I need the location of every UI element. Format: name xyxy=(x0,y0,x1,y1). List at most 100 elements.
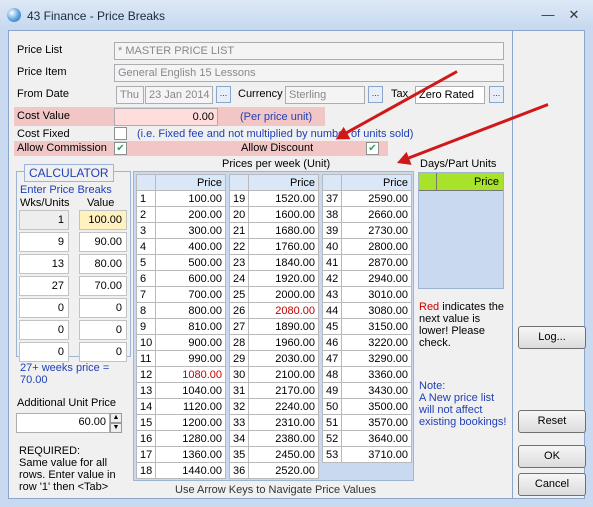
calc-value-input[interactable]: 70.00 xyxy=(79,276,127,296)
price-cell[interactable]: 3150.00 xyxy=(341,318,412,335)
price-cell[interactable]: 3080.00 xyxy=(341,302,412,319)
price-cell[interactable]: 3010.00 xyxy=(341,286,412,303)
price-cell[interactable]: 810.00 xyxy=(155,318,226,335)
price-row: 37 2590.00 xyxy=(321,190,412,207)
tax-picker-button[interactable]: ... xyxy=(489,86,504,103)
price-cell[interactable]: 3430.00 xyxy=(341,382,412,399)
calc-wks-input[interactable]: 13 xyxy=(19,254,69,274)
price-cell[interactable]: 2380.00 xyxy=(248,430,319,447)
price-row: 32 2240.00 xyxy=(228,398,319,415)
price-cell[interactable]: 2000.00 xyxy=(248,286,319,303)
calc-wks-input[interactable]: 0 xyxy=(19,320,69,340)
row-number-header xyxy=(135,174,157,191)
price-cell[interactable]: 1840.00 xyxy=(248,254,319,271)
log-button[interactable]: Log... xyxy=(518,326,586,349)
price-cell[interactable]: 200.00 xyxy=(155,206,226,223)
price-cell[interactable]: 2520.00 xyxy=(248,462,319,479)
price-cell[interactable]: 500.00 xyxy=(155,254,226,271)
calc-wks-input[interactable]: 0 xyxy=(19,342,69,362)
price-cell[interactable]: 900.00 xyxy=(155,334,226,351)
price-cell[interactable]: 300.00 xyxy=(155,222,226,239)
days-header: Days/Part Units xyxy=(420,158,497,170)
from-date-field[interactable]: 23 Jan 2014 xyxy=(145,86,213,104)
price-cell[interactable]: 1920.00 xyxy=(248,270,319,287)
price-cell[interactable]: 1200.00 xyxy=(155,414,226,431)
price-cell[interactable]: 3220.00 xyxy=(341,334,412,351)
price-cell[interactable]: 2660.00 xyxy=(341,206,412,223)
price-cell[interactable]: 2310.00 xyxy=(248,414,319,431)
price-row: 27 1890.00 xyxy=(228,318,319,335)
calc-value-input[interactable]: 0 xyxy=(79,320,127,340)
price-cell[interactable]: 600.00 xyxy=(155,270,226,287)
price-cell[interactable]: 2170.00 xyxy=(248,382,319,399)
price-cell[interactable]: 2450.00 xyxy=(248,446,319,463)
price-cell[interactable]: 1440.00 xyxy=(155,462,226,479)
price-cell[interactable]: 2030.00 xyxy=(248,350,319,367)
ok-button[interactable]: OK xyxy=(518,445,586,468)
price-cell[interactable]: 1120.00 xyxy=(155,398,226,415)
price-row: 5 500.00 xyxy=(135,254,226,271)
price-list-field[interactable]: * MASTER PRICE LIST xyxy=(114,42,504,60)
price-cell[interactable]: 2080.00 xyxy=(248,302,319,319)
price-cell[interactable]: 2940.00 xyxy=(341,270,412,287)
allow-discount-checkbox[interactable]: ✔ xyxy=(366,142,379,155)
price-row: 3 300.00 xyxy=(135,222,226,239)
price-cell[interactable]: 400.00 xyxy=(155,238,226,255)
price-cell[interactable]: 2870.00 xyxy=(341,254,412,271)
price-cell[interactable]: 3290.00 xyxy=(341,350,412,367)
minimize-button[interactable]: — xyxy=(538,7,558,23)
price-row: 31 2170.00 xyxy=(228,382,319,399)
price-row: 16 1280.00 xyxy=(135,430,226,447)
price-cell[interactable]: 3710.00 xyxy=(341,446,412,463)
price-cell[interactable]: 2590.00 xyxy=(341,190,412,207)
price-cell[interactable]: 2240.00 xyxy=(248,398,319,415)
price-cell[interactable]: 1680.00 xyxy=(248,222,319,239)
price-cell[interactable]: 1520.00 xyxy=(248,190,319,207)
price-cell[interactable]: 2800.00 xyxy=(341,238,412,255)
price-cell[interactable]: 990.00 xyxy=(155,350,226,367)
price-cell[interactable]: 1600.00 xyxy=(248,206,319,223)
price-cell[interactable]: 1280.00 xyxy=(155,430,226,447)
calc-value-input[interactable]: 100.00 xyxy=(79,210,127,230)
calc-value-input[interactable]: 0 xyxy=(79,342,127,362)
calc-wks-input[interactable]: 9 xyxy=(19,232,69,252)
price-cell[interactable]: 3360.00 xyxy=(341,366,412,383)
reset-button[interactable]: Reset xyxy=(518,410,586,433)
price-cell[interactable]: 100.00 xyxy=(155,190,226,207)
allow-commission-checkbox[interactable]: ✔ xyxy=(114,142,127,155)
price-cell[interactable]: 1960.00 xyxy=(248,334,319,351)
calc-wks-input[interactable]: 1 xyxy=(19,210,69,230)
currency-label: Currency xyxy=(238,88,283,100)
calc-wks-input[interactable]: 27 xyxy=(19,276,69,296)
price-cell[interactable]: 2100.00 xyxy=(248,366,319,383)
cancel-button[interactable]: Cancel xyxy=(518,473,586,496)
spin-up-icon[interactable]: ▲ xyxy=(110,413,122,423)
price-cell[interactable]: 1080.00 xyxy=(155,366,226,383)
spin-down-icon[interactable]: ▼ xyxy=(110,423,122,433)
calc-wks-input[interactable]: 0 xyxy=(19,298,69,318)
date-picker-button[interactable]: ... xyxy=(216,86,231,103)
price-row: 35 2450.00 xyxy=(228,446,319,463)
price-cell[interactable]: 1890.00 xyxy=(248,318,319,335)
calc-value-input[interactable]: 0 xyxy=(79,298,127,318)
price-cell[interactable]: 2730.00 xyxy=(341,222,412,239)
price-row: 2 200.00 xyxy=(135,206,226,223)
cost-fixed-checkbox[interactable] xyxy=(114,127,127,140)
row-number: 34 xyxy=(228,430,250,447)
price-cell[interactable]: 1360.00 xyxy=(155,446,226,463)
price-cell[interactable]: 1760.00 xyxy=(248,238,319,255)
price-cell[interactable]: 700.00 xyxy=(155,286,226,303)
calc-value-input[interactable]: 90.00 xyxy=(79,232,127,252)
price-cell[interactable]: 3500.00 xyxy=(341,398,412,415)
additional-price-input[interactable]: 60.00 xyxy=(16,413,110,433)
cost-value-input[interactable]: 0.00 xyxy=(114,108,218,126)
close-button[interactable]: ✕ xyxy=(564,7,584,23)
calc-value-input[interactable]: 80.00 xyxy=(79,254,127,274)
currency-picker-button[interactable]: ... xyxy=(368,86,383,103)
price-cell[interactable]: 3640.00 xyxy=(341,430,412,447)
price-cell[interactable]: 1040.00 xyxy=(155,382,226,399)
price-row: 47 3290.00 xyxy=(321,350,412,367)
price-cell[interactable]: 3570.00 xyxy=(341,414,412,431)
price-cell[interactable]: 800.00 xyxy=(155,302,226,319)
currency-field[interactable]: Sterling xyxy=(285,86,365,104)
